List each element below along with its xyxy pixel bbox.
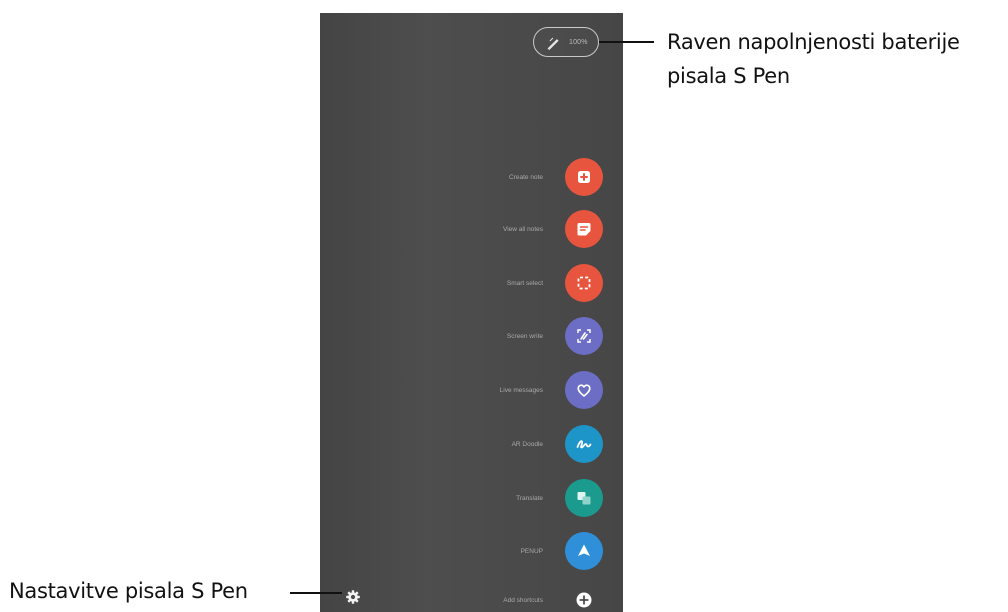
settings-callout-line [290, 592, 342, 594]
plus-icon [565, 581, 603, 612]
air-command-panel: 100% Create note View all notes Smart se… [320, 13, 623, 612]
menu-label: Live messages [499, 386, 543, 394]
battery-percent: 100% [569, 38, 588, 46]
settings-callout-label: Nastavitve pisala S Pen [9, 579, 248, 603]
menu-item-create-note[interactable]: Create note [363, 158, 603, 196]
s-pen-battery-indicator[interactable]: 100% [533, 27, 599, 57]
battery-callout-line1: Raven napolnjenosti baterije [667, 30, 960, 54]
menu-item-screen-write[interactable]: Screen write [363, 317, 603, 355]
menu-label: Screen write [506, 332, 543, 340]
menu-item-add-shortcuts[interactable]: Add shortcuts [363, 581, 603, 612]
create-note-icon [565, 158, 603, 196]
menu-item-ar-doodle[interactable]: AR Doodle [363, 425, 603, 463]
panel-background [320, 13, 623, 612]
menu-item-live-messages[interactable]: Live messages [363, 371, 603, 409]
menu-label: Add shortcuts [503, 596, 543, 604]
menu-label: AR Doodle [511, 440, 543, 448]
battery-callout-line2: pisala S Pen [667, 64, 790, 88]
translate-icon [565, 479, 603, 517]
menu-item-penup[interactable]: PENUP [363, 532, 603, 570]
menu-label: Create note [509, 173, 543, 181]
s-pen-icon [547, 37, 559, 50]
penup-icon [565, 532, 603, 570]
menu-label: PENUP [520, 547, 543, 555]
view-notes-icon [565, 210, 603, 248]
menu-label: View all notes [503, 225, 543, 233]
screen-write-icon [565, 317, 603, 355]
gear-icon[interactable] [345, 589, 361, 605]
menu-item-view-all-notes[interactable]: View all notes [363, 210, 603, 248]
ar-doodle-icon [565, 425, 603, 463]
menu-label: Smart select [506, 279, 543, 287]
battery-callout-line [599, 41, 654, 43]
menu-item-translate[interactable]: Translate [363, 479, 603, 517]
smart-select-icon [565, 264, 603, 302]
menu-label: Translate [516, 494, 543, 502]
live-messages-icon [565, 371, 603, 409]
menu-item-smart-select[interactable]: Smart select [363, 264, 603, 302]
